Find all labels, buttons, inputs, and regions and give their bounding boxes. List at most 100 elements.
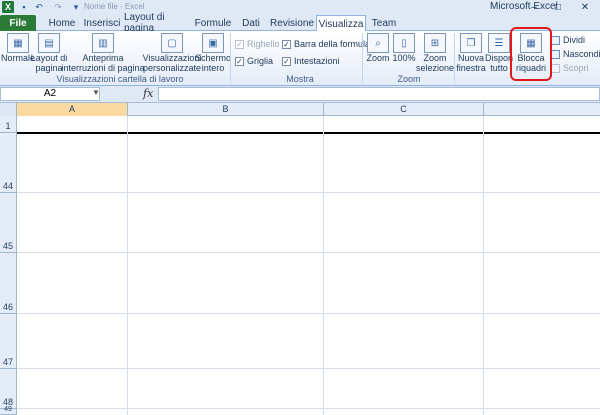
layout-pagina-button[interactable]: ▤ Layout di pagina xyxy=(31,33,67,73)
page-layout-icon: ▤ xyxy=(38,33,60,53)
row-gridline xyxy=(17,252,600,253)
column-gridline xyxy=(323,116,324,415)
nuova-finestra-button[interactable]: ❐ Nuova finestra xyxy=(456,33,486,73)
custom-views-icon: ▢ xyxy=(161,33,183,53)
tab-dati[interactable]: Dati xyxy=(238,15,264,31)
tab-file[interactable]: File xyxy=(0,15,36,31)
zoom-label: Zoom xyxy=(366,53,390,63)
row-header-44[interactable]: 44 xyxy=(0,133,17,193)
zoom-button[interactable]: ⌕ Zoom xyxy=(366,33,390,63)
righello-checkbox[interactable]: ✓ Righello xyxy=(235,39,280,49)
group-label-zoom: Zoom xyxy=(397,74,421,84)
layout-label-line2: pagina xyxy=(35,63,63,73)
title-bar: X ▪ ↶ ↷ ▾ Nome file - Excel Microsoft Ex… xyxy=(0,0,600,14)
schermo-label-line2: intero xyxy=(201,63,225,73)
visualizzazioni-personalizzate-button[interactable]: ▢ Visualizzazioni personalizzate xyxy=(143,33,201,73)
full-screen-icon: ▣ xyxy=(202,33,224,53)
column-gridline xyxy=(127,116,128,415)
document-name: Nome file - Excel xyxy=(84,2,145,11)
group-separator xyxy=(454,33,455,83)
arrange-all-icon: ☰ xyxy=(488,33,510,53)
anteprima-interruzioni-button[interactable]: ▥ Anteprima interruzioni di pagina xyxy=(61,33,145,73)
customize-icon[interactable]: ▾ xyxy=(70,1,82,13)
column-header-b[interactable]: B xyxy=(128,103,324,116)
nuova-label-line2: finestra xyxy=(456,63,486,73)
dividi-label: Dividi xyxy=(563,35,586,45)
worksheet-grid[interactable]: 1 44 45 46 47 48 49 xyxy=(0,116,600,415)
tab-home[interactable]: Home xyxy=(46,15,78,31)
righello-label: Righello xyxy=(247,39,280,49)
zoom-selection-icon: ⊞ xyxy=(424,33,446,53)
column-gridline xyxy=(483,116,484,415)
magnifier-icon: ⌕ xyxy=(367,33,389,53)
anteprima-label-line1: Anteprima xyxy=(82,53,124,63)
row-header-46[interactable]: 46 xyxy=(0,253,17,314)
column-header-c[interactable]: C xyxy=(324,103,484,116)
select-all-corner[interactable] xyxy=(0,103,17,116)
row-gridline xyxy=(17,368,600,369)
column-header-next[interactable] xyxy=(484,103,600,116)
tab-visualizza[interactable]: Visualizza xyxy=(316,15,366,32)
column-header-a[interactable]: A xyxy=(17,103,128,116)
row-gridline xyxy=(17,313,600,314)
hide-icon xyxy=(551,49,560,59)
split-icon xyxy=(551,35,560,45)
chevron-down-icon[interactable]: ▼ xyxy=(92,88,100,97)
zoom-selezione-button[interactable]: ⊞ Zoom selezione xyxy=(415,33,455,73)
undo-icon[interactable]: ↶ xyxy=(33,1,45,13)
maximize-icon[interactable]: □ xyxy=(546,0,570,14)
column-headers: A B C xyxy=(0,103,600,116)
ribbon-tabs: File Home Inserisci Layout di pagina For… xyxy=(0,12,600,34)
tab-inserisci[interactable]: Inserisci xyxy=(82,15,122,31)
row-header-48[interactable]: 48 xyxy=(0,369,17,409)
tab-revisione[interactable]: Revisione xyxy=(270,15,314,31)
name-box[interactable]: A2 xyxy=(0,87,100,101)
schermo-label-line1: Schermo xyxy=(195,53,232,63)
nascondi-button[interactable]: Nascondi xyxy=(551,49,600,59)
redo-icon[interactable]: ↷ xyxy=(52,1,64,13)
insert-function-icon[interactable]: fx xyxy=(143,87,153,100)
save-icon[interactable]: ▪ xyxy=(18,1,30,13)
close-icon[interactable]: ✕ xyxy=(570,0,600,14)
nuova-label-line1: Nuova xyxy=(457,53,484,63)
intestazioni-label: Intestazioni xyxy=(294,56,340,66)
disponi-tutto-button[interactable]: ☰ Dispon tutto xyxy=(485,33,513,73)
check-icon: ✓ xyxy=(282,39,291,49)
zoom-100-icon: ▯ xyxy=(393,33,415,53)
griglia-checkbox[interactable]: ✓ Griglia xyxy=(235,56,273,66)
row-gridline xyxy=(17,408,600,409)
check-icon: ✓ xyxy=(282,56,291,66)
tab-team[interactable]: Team xyxy=(370,15,398,31)
zoom-100-label: 100% xyxy=(392,53,416,63)
zoom-100-button[interactable]: ▯ 100% xyxy=(392,33,416,63)
normale-button[interactable]: ▦ Normale xyxy=(1,33,35,63)
group-separator xyxy=(362,33,363,83)
unhide-icon xyxy=(551,63,560,73)
formula-input[interactable] xyxy=(158,87,600,101)
zoom-sel-label-line1: Zoom xyxy=(423,53,447,63)
group-label-mostra: Mostra xyxy=(286,74,314,84)
zoom-sel-label-line2: selezione xyxy=(415,63,455,73)
check-icon: ✓ xyxy=(235,39,244,49)
anteprima-label-line2: interruzioni di pagina xyxy=(61,63,145,73)
freeze-pane-line xyxy=(17,132,600,134)
row-header-45[interactable]: 45 xyxy=(0,193,17,253)
disponi-label-line2: tutto xyxy=(490,63,508,73)
minimize-icon[interactable]: ‒ xyxy=(522,0,546,14)
tab-formule[interactable]: Formule xyxy=(194,15,232,31)
barra-formula-checkbox[interactable]: ✓ Barra della formula xyxy=(282,39,370,49)
row-header-49[interactable]: 49 xyxy=(0,406,17,415)
formula-bar: A2 ▼ fx xyxy=(0,86,600,103)
schermo-intero-button[interactable]: ▣ Schermo intero xyxy=(195,33,232,73)
scopri-button[interactable]: Scopri xyxy=(551,63,589,73)
tab-layout-di-pagina[interactable]: Layout di pagina xyxy=(124,12,188,34)
griglia-label: Griglia xyxy=(247,56,274,66)
row-header-1[interactable]: 1 xyxy=(0,116,17,133)
scopri-label: Scopri xyxy=(563,63,589,73)
excel-logo-icon[interactable]: X xyxy=(2,1,14,13)
row-header-47[interactable]: 47 xyxy=(0,314,17,369)
dividi-button[interactable]: Dividi xyxy=(551,35,585,45)
intestazioni-checkbox[interactable]: ✓ Intestazioni xyxy=(282,56,340,66)
window-controls: ‒ □ ✕ xyxy=(522,0,600,14)
barra-formula-label: Barra della formula xyxy=(294,39,371,49)
